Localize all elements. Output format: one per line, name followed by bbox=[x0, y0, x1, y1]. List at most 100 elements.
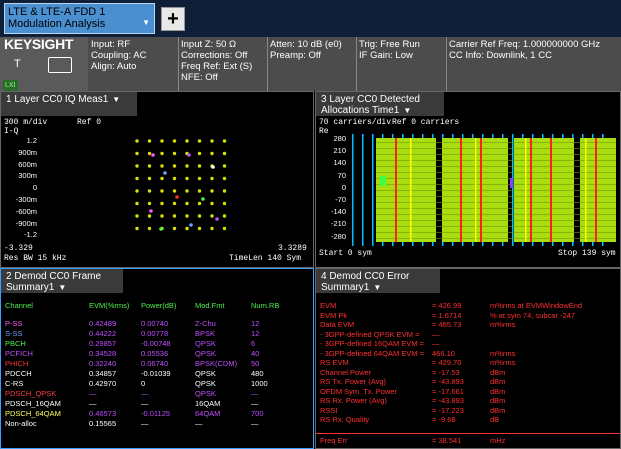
constellation-point bbox=[175, 195, 179, 199]
table-row[interactable]: S-SS 0.44222 0.00778 BPSK 12 bbox=[1, 329, 313, 339]
table-cell: -0.01125 bbox=[141, 409, 171, 418]
constellation-point bbox=[222, 164, 227, 168]
table-row[interactable]: PDSCH_16QAM — — 16QAM — bbox=[1, 399, 313, 409]
pdsch-grid-line bbox=[376, 178, 616, 179]
table-cell: 0.46573 bbox=[89, 409, 117, 418]
add-screen-button[interactable]: + bbox=[161, 7, 185, 31]
iq-axis-label: I-Q bbox=[4, 127, 19, 136]
table-cell: PDSCH_16QAM bbox=[5, 399, 61, 408]
table-row[interactable]: PDCCH 0.34857 -0.01039 QPSK 480 bbox=[1, 369, 313, 379]
panel1-header[interactable]: 1 Layer CC0 IQ Meas1 ▼ bbox=[1, 92, 137, 116]
pilot-column bbox=[595, 138, 597, 242]
table-cell: 0.15565 bbox=[89, 419, 117, 428]
error-label: Data EVM bbox=[320, 320, 355, 329]
settings-info-bar: KEYSIGHT T LXI Input: RF Coupling: AC Al… bbox=[0, 37, 621, 91]
panel4-header[interactable]: 4 Demod CC0 Error Summary1 ▼ bbox=[316, 269, 440, 293]
screen-icon[interactable] bbox=[48, 57, 72, 73]
constellation-point bbox=[147, 189, 152, 193]
panel-frame-summary[interactable]: 2 Demod CC0 Frame Summary1 ▼ Channel EVM(%… bbox=[0, 268, 314, 449]
error-summary-row: Freq Err = 38.541 mHz bbox=[320, 436, 620, 445]
constellation-point bbox=[210, 139, 214, 143]
table-row[interactable]: PHICH 0.32240 0.06740 BPSK(CDM) 50 bbox=[1, 359, 313, 369]
input-settings[interactable]: Input: RF Coupling: AC Align: Auto bbox=[91, 39, 146, 72]
y-tick-label: -300m bbox=[15, 195, 37, 204]
cc-info: CC Info: Downlink, 1 CC bbox=[449, 50, 552, 61]
constellation-point bbox=[147, 176, 152, 181]
crs-column bbox=[475, 138, 477, 242]
frame-summary-header: Mod.Fmt bbox=[195, 301, 225, 310]
constellation-point bbox=[222, 139, 227, 143]
table-row[interactable]: C-RS 0.42970 0 QPSK 1000 bbox=[1, 379, 313, 389]
atten: Atten: 10 dB (e0) bbox=[270, 39, 342, 50]
error-summary-row: - 3GPP-defined 16QAM EVM = — bbox=[320, 339, 620, 348]
table-row[interactable]: PDSCH_QPSK — — QPSK — bbox=[1, 389, 313, 399]
pdsch-grid-line bbox=[376, 142, 616, 143]
panel3-header[interactable]: 3 Layer CC0 Detected Allocations Time1 ▼ bbox=[316, 92, 444, 116]
constellation-point bbox=[185, 189, 189, 193]
freq-ref: Freq Ref: Ext (S) bbox=[181, 61, 253, 72]
frame-summary-header: Power(dB) bbox=[141, 301, 177, 310]
table-cell: 0 bbox=[141, 379, 146, 388]
y-tick-label: -1.2 bbox=[24, 230, 37, 240]
table-row[interactable]: P-SS 0.42489 0.00740 Z-Chu 12 bbox=[1, 319, 313, 329]
error-unit: m%rms bbox=[490, 358, 516, 367]
constellation-point bbox=[172, 189, 177, 193]
carrier-ref-freq: Carrier Ref Freq: 1.000000000 GHz bbox=[449, 39, 601, 50]
alloc-scale: 70 carriers/div bbox=[319, 118, 392, 127]
table-row[interactable]: Non-alloc 0.15565 — — — bbox=[1, 419, 313, 429]
error-unit: dBm bbox=[490, 367, 506, 377]
coupling: Coupling: AC bbox=[91, 50, 147, 61]
error-label: RS EVM bbox=[320, 358, 349, 367]
panel-iq-meas[interactable]: 1 Layer CC0 IQ Meas1 ▼ 300 m/div Ref 0 I-… bbox=[0, 91, 314, 268]
panel-detected-allocations[interactable]: 3 Layer CC0 Detected Allocations Time1 ▼ … bbox=[315, 91, 621, 268]
trigger-settings[interactable]: Trig: Free Run IF Gain: Low bbox=[359, 39, 420, 61]
table-row[interactable]: PBCH 0.29857 -0.00748 QPSK 6 bbox=[1, 339, 313, 349]
error-value: = -17.661 bbox=[432, 386, 464, 396]
frame-summary-header: Channel bbox=[5, 301, 33, 310]
chevron-down-icon[interactable]: ▼ bbox=[142, 17, 150, 29]
error-value: — bbox=[432, 339, 440, 348]
y-tick-label: -210 bbox=[330, 219, 346, 229]
table-cell: QPSK bbox=[195, 379, 216, 388]
pdsch-grid-line bbox=[376, 226, 616, 227]
error-value: = -17.223 bbox=[432, 405, 464, 415]
table-row[interactable]: PDSCH_64QAM 0.46573 -0.01125 64QAM 700 bbox=[1, 409, 313, 419]
table-cell: 1000 bbox=[251, 379, 268, 388]
table-cell: 700 bbox=[251, 409, 264, 418]
error-unit: m%rms bbox=[490, 320, 516, 329]
error-unit: % at sym 74, subcar -247 bbox=[490, 310, 576, 320]
table-cell: 64QAM bbox=[195, 409, 221, 418]
constellation-point bbox=[135, 226, 139, 231]
table-cell: PDSCH_QPSK bbox=[5, 389, 57, 398]
chevron-down-icon[interactable]: ▼ bbox=[112, 95, 120, 104]
input-z-settings[interactable]: Input Z: 50 Ω Corrections: Off Freq Ref:… bbox=[181, 39, 252, 83]
error-unit: dB bbox=[490, 415, 500, 424]
atten-settings[interactable]: Atten: 10 dB (e0) Preamp: Off bbox=[270, 39, 342, 61]
chevron-down-icon[interactable]: ▼ bbox=[403, 106, 411, 115]
pilot-column bbox=[550, 138, 552, 242]
panel-error-summary[interactable]: 4 Demod CC0 Error Summary1 ▼ EVM = 426.99 m… bbox=[315, 268, 621, 449]
pdsch-grid-line bbox=[376, 208, 616, 209]
table-cell: 0.44222 bbox=[89, 329, 117, 338]
constellation-point bbox=[197, 214, 202, 218]
constellation-point bbox=[172, 176, 177, 181]
tab-lte-modulation-analysis[interactable]: LTE & LTE-A FDD 1 Modulation Analysis ▼ bbox=[4, 3, 155, 34]
table-cell: 0.34528 bbox=[89, 349, 117, 358]
chevron-down-icon[interactable]: ▼ bbox=[58, 283, 66, 292]
y-tick-label: 600m bbox=[18, 159, 37, 169]
if-gain: IF Gain: Low bbox=[359, 50, 413, 61]
constellation-point bbox=[222, 201, 227, 206]
constellation-point bbox=[135, 214, 139, 218]
iq-ref: Ref 0 bbox=[77, 118, 102, 127]
constellation-point bbox=[160, 151, 164, 156]
table-row[interactable]: PCFICH 0.34528 0.05536 QPSK 40 bbox=[1, 349, 313, 359]
control-region-mark bbox=[362, 134, 364, 246]
y-tick-label: 0 bbox=[32, 183, 37, 193]
panel2-header[interactable]: 2 Demod CC0 Frame Summary1 ▼ bbox=[1, 269, 123, 293]
carrier-settings[interactable]: Carrier Ref Freq: 1.000000000 GHz CC Inf… bbox=[449, 39, 600, 61]
chevron-down-icon[interactable]: ▼ bbox=[373, 283, 381, 292]
res-bw: Res BW 15 kHz bbox=[4, 254, 67, 263]
error-label: EVM bbox=[320, 301, 337, 310]
constellation-point bbox=[135, 189, 139, 193]
error-value: = 426.99 bbox=[432, 301, 462, 310]
